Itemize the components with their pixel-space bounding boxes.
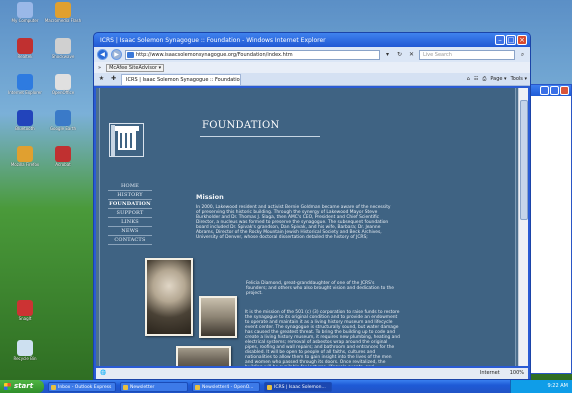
taskbar-button[interactable]: ICRS | Isaac Solemon...: [264, 381, 332, 392]
portrait-photo: [145, 258, 193, 336]
ie-titlebar[interactable]: ICRS | Isaac Solemon Synagogue :: Founda…: [94, 33, 530, 47]
background-window[interactable]: [526, 84, 572, 374]
nav-contacts[interactable]: CONTACTS: [108, 236, 152, 245]
app-icon: [17, 74, 33, 90]
close-icon[interactable]: ×: [517, 35, 527, 45]
ie-window[interactable]: ICRS | Isaac Solemon Synagogue :: Founda…: [93, 32, 531, 380]
mission-paragraph-2: It is the mission of the 501 (c) (3) cor…: [245, 310, 400, 366]
clock[interactable]: 9:22 AM: [547, 383, 568, 389]
taskbar-button[interactable]: Newsletter: [120, 381, 188, 392]
vertical-scrollbar[interactable]: [518, 88, 528, 366]
status-bar: 🌐 Internet 100%: [96, 368, 528, 379]
app-icon: [17, 110, 33, 126]
nav-links[interactable]: LINKS: [108, 218, 152, 227]
app-icon: [17, 38, 33, 54]
app-icon: [55, 38, 71, 54]
page-favicon: [127, 51, 134, 58]
nav-support[interactable]: SUPPORT: [108, 209, 152, 218]
desktop-icon-label: SnagIt: [18, 316, 32, 321]
mission-paragraph-1: In 2000, Lakewood resident and activist …: [196, 205, 391, 240]
mission-heading: Mission: [196, 193, 224, 201]
page-menu[interactable]: Page ▾: [490, 76, 506, 82]
desktop-icon[interactable]: OpenOffice: [40, 74, 86, 95]
window-title: ICRS | Isaac Solemon Synagogue :: Founda…: [100, 36, 326, 44]
app-icon: [17, 146, 33, 162]
background-window-titlebar[interactable]: [527, 85, 571, 96]
app-icon: [55, 74, 71, 90]
search-input[interactable]: Live Search: [419, 49, 515, 60]
stop-icon[interactable]: ✕: [407, 50, 416, 60]
address-bar[interactable]: http://www.isaacsolemonsynagogue.org/Fou…: [125, 49, 380, 60]
synagogue-logo[interactable]: [109, 123, 144, 157]
taskbar-button[interactable]: Inbox - Outlook Express: [48, 381, 116, 392]
internet-zone: Internet: [479, 370, 500, 376]
desktop-icon[interactable]: Recycle Bin: [2, 340, 48, 361]
desktop-icon-label: Macromedia Flash: [44, 18, 82, 23]
system-tray: 9:22 AM: [510, 380, 572, 393]
site-content: HOME HISTORY FOUNDATION SUPPORT LINKS NEWS CON…: [99, 88, 516, 366]
links-bar: » McAfee SiteAdvisor ▾: [94, 62, 530, 73]
desktop-icon-label: Shockwave: [51, 54, 75, 59]
address-text: http://www.isaacsolemonsynagogue.org/Fou…: [136, 51, 293, 58]
app-icon: [17, 340, 33, 356]
app-icon: [55, 2, 71, 18]
maximize-icon[interactable]: □: [506, 35, 516, 45]
tab-bar: ★ ✚ ICRS | Isaac Solemon Synagogue :: Fo…: [94, 73, 530, 86]
site-nav: HOME HISTORY FOUNDATION SUPPORT LINKS NEWS CON…: [108, 182, 152, 245]
mcafee-siteadvisor-button[interactable]: McAfee SiteAdvisor ▾: [106, 63, 165, 72]
feeds-icon[interactable]: ☷: [474, 76, 478, 82]
favorites-star-icon[interactable]: ★: [97, 74, 106, 84]
page-title: FOUNDATION: [202, 120, 280, 131]
search-icon[interactable]: ⌕: [518, 50, 527, 60]
app-icon: [17, 300, 33, 316]
dropdown-arrow-icon[interactable]: ▾: [383, 50, 392, 60]
start-button[interactable]: start: [0, 380, 44, 393]
zone-icon: 🌐: [100, 370, 107, 376]
tab-foundation[interactable]: ICRS | Isaac Solemon Synagogue :: Founda…: [121, 73, 241, 85]
maximize-icon[interactable]: [550, 86, 559, 95]
print-icon[interactable]: ⎙: [482, 76, 486, 82]
heading-divider: [200, 136, 320, 137]
desktop-icon-label: Acrobat: [55, 162, 71, 167]
desktop-icon-label: Google Earth: [49, 126, 77, 131]
home-icon[interactable]: ⌂: [467, 76, 470, 82]
app-icon: [17, 2, 33, 18]
zoom-level[interactable]: 100%: [510, 368, 524, 379]
desktop-icon[interactable]: Acrobat: [40, 146, 86, 167]
desktop-icon[interactable]: Google Earth: [40, 110, 86, 131]
app-icon: [55, 146, 71, 162]
mission-paragraph-1-cont: Felicia Diamond, great-granddaughter of …: [246, 281, 394, 296]
app-icon: [55, 110, 71, 126]
tools-menu[interactable]: Tools ▾: [511, 76, 527, 82]
nav-foundation[interactable]: FOUNDATION: [108, 200, 152, 209]
links-chevron[interactable]: »: [98, 65, 101, 71]
desktop-icon[interactable]: Shockwave: [40, 38, 86, 59]
nav-history[interactable]: HISTORY: [108, 191, 152, 200]
forward-button[interactable]: ▶: [111, 49, 122, 60]
minimize-icon[interactable]: [540, 86, 549, 95]
close-icon[interactable]: [560, 86, 569, 95]
desktop-icon-label: OpenOffice: [51, 90, 75, 95]
add-favorite-icon[interactable]: ✚: [109, 74, 118, 84]
scrollbar-thumb[interactable]: [520, 100, 528, 220]
group-photo: [199, 296, 237, 338]
navigation-bar: ◀ ▶ http://www.isaacsolemonsynagogue.org…: [94, 47, 530, 62]
page-viewport: HOME HISTORY FOUNDATION SUPPORT LINKS NEWS CON…: [96, 88, 528, 366]
desktop-icon-label: Recycle Bin: [13, 356, 37, 361]
desktop-icon[interactable]: Macromedia Flash: [40, 2, 86, 23]
taskbar-tasks: Inbox - Outlook Express Newsletter Newslet…: [44, 381, 332, 392]
nav-news[interactable]: NEWS: [108, 227, 152, 236]
refresh-icon[interactable]: ↻: [395, 50, 404, 60]
nav-home[interactable]: HOME: [108, 182, 152, 191]
taskbar-button[interactable]: Newsletter4 - OpenO...: [192, 381, 260, 392]
back-button[interactable]: ◀: [97, 49, 108, 60]
crowd-photo: [176, 346, 231, 366]
minimize-icon[interactable]: –: [495, 35, 505, 45]
taskbar: start Inbox - Outlook Express Newsletter N…: [0, 380, 572, 393]
desktop-icon[interactable]: SnagIt: [2, 300, 48, 321]
